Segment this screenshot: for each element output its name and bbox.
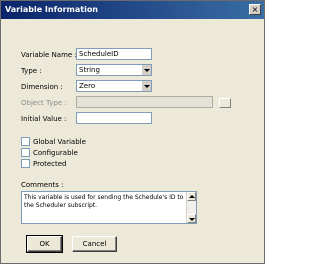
protected-label: Protected [33,160,67,168]
type-selected-value: String [79,66,100,74]
dimension-label: Dimension : [21,83,63,91]
object-type-label: Object Type : [21,99,67,107]
cancel-button[interactable]: Cancel [72,236,117,252]
ok-button[interactable]: OK [26,235,63,253]
dimension-selected-value: Zero [79,82,96,90]
comments-textarea[interactable]: This variable is used for sending the Sc… [21,191,197,224]
comments-label: Comments : [21,181,64,189]
type-select[interactable]: String [76,64,152,76]
protected-checkbox[interactable] [21,159,30,168]
comments-scrollbar[interactable] [186,192,196,223]
global-variable-checkbox[interactable] [21,137,30,146]
configurable-checkbox[interactable] [21,148,30,157]
variable-information-dialog: Variable Information × Variable Name : S… [0,0,265,264]
dimension-select[interactable]: Zero [76,80,152,92]
scroll-down-icon[interactable] [187,214,196,223]
close-button[interactable]: × [249,4,261,15]
initial-value-label: Initial Value : [21,115,67,123]
variable-name-label: Variable Name : [21,51,77,59]
title-bar[interactable]: Variable Information × [1,1,264,19]
type-label: Type : [21,67,42,75]
object-type-input [76,96,213,108]
window-title: Variable Information [5,5,99,14]
comments-text: This variable is used for sending the Sc… [24,194,184,209]
close-icon: × [251,5,259,14]
object-type-browse-button[interactable] [219,98,231,108]
scroll-up-icon[interactable] [187,192,196,201]
variable-name-input[interactable]: ScheduleID [76,48,152,60]
chevron-down-icon[interactable] [141,65,151,75]
global-variable-label: Global Variable [33,138,86,146]
initial-value-input[interactable] [76,112,152,124]
chevron-down-icon[interactable] [141,81,151,91]
configurable-label: Configurable [33,149,78,157]
